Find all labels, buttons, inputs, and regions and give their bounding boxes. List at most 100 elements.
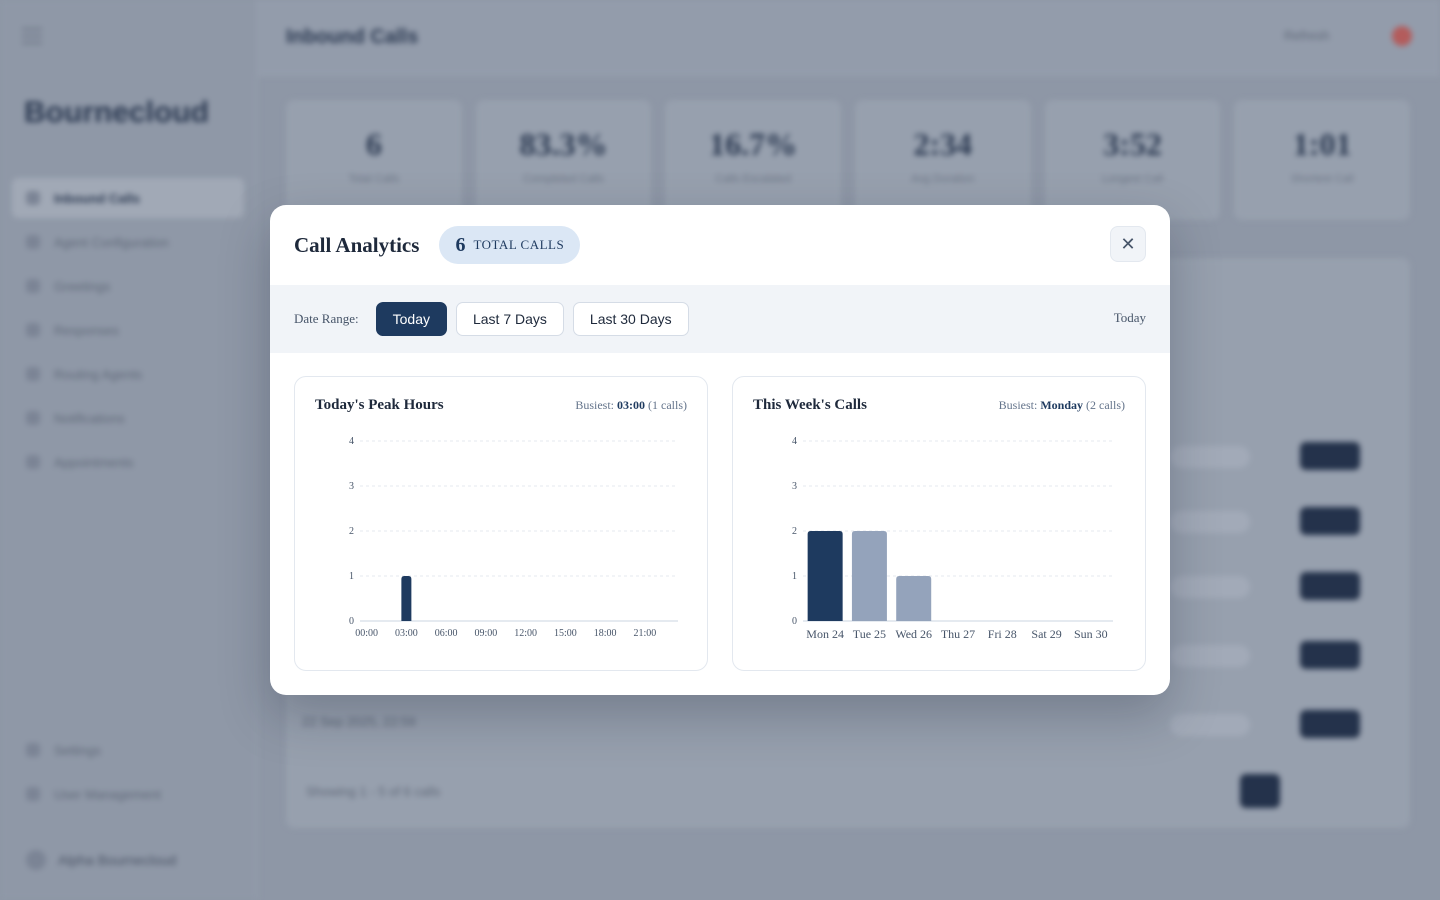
pagination-summary: Showing 1 - 5 of 6 calls [306, 784, 441, 799]
sidebar-item-responses[interactable]: Responses [12, 310, 244, 350]
avatar [26, 850, 46, 870]
date-range-toolbar: Date Range: Today Last 7 Days Last 30 Da… [270, 285, 1170, 353]
view-button[interactable] [1300, 442, 1360, 470]
stat-label: Completed Calls [523, 173, 604, 185]
phone-icon [26, 191, 40, 205]
stat-value: 6 [365, 126, 382, 162]
sidebar-item-label: Settings [54, 742, 101, 758]
total-calls-value: 6 [455, 233, 466, 256]
stat-card: 2:34 Avg Duration [855, 100, 1031, 220]
sidebar-item-agent-configuration[interactable]: Agent Configuration [12, 222, 244, 262]
sidebar-item-greetings[interactable]: Greetings [12, 266, 244, 306]
peak-hours-chart: 0 1 2 3 4 00:00 03:00 06:00 09:00 12:00 15:00 18:00… [349, 436, 678, 639]
stat-label: Avg Duration [911, 173, 975, 185]
stat-value: 3:52 [1103, 126, 1162, 162]
x-tick-label: Mon 24 [806, 627, 844, 641]
status-badge [1170, 446, 1250, 468]
modal-title: Call Analytics [294, 232, 420, 257]
y-tick-label: 4 [792, 436, 797, 447]
busiest-value: Monday [1040, 398, 1084, 412]
sidebar-item-user-management[interactable]: User Management [12, 774, 244, 814]
range-last-7-days-button[interactable]: Last 7 Days [455, 302, 564, 336]
users-icon [26, 787, 40, 801]
gear-icon [26, 743, 40, 757]
total-calls-badge: 6 TOTAL CALLS [439, 226, 581, 264]
x-tick-label: 06:00 [435, 628, 458, 639]
x-tick-label: Sun 30 [1074, 627, 1108, 641]
busiest-prefix: Busiest: [998, 398, 1038, 412]
modal-header: Call Analytics 6 TOTAL CALLS ✕ [270, 205, 1170, 285]
sidebar: Bournecloud Inbound Calls Agent Configur… [0, 0, 258, 900]
menu-icon[interactable] [22, 28, 42, 44]
x-tick-label: Fri 28 [988, 627, 1017, 641]
view-button[interactable] [1300, 507, 1360, 535]
x-tick-label: 15:00 [554, 628, 577, 639]
sidebar-item-label: Inbound Calls [54, 190, 140, 206]
bar-wed-26 [896, 576, 932, 621]
charts-row: 0 1 2 3 4 00:00 03:00 06:00 09:00 12:00 15:00 18:00… [294, 376, 1146, 671]
x-tick-label: Tue 25 [853, 627, 886, 641]
stat-card: 16.7% Calls Escalated [665, 100, 842, 220]
sidebar-item-label: Greetings [54, 278, 111, 294]
x-tick-label: 09:00 [474, 628, 497, 639]
x-tick-label: Wed 26 [895, 627, 932, 641]
page-1-button[interactable] [1240, 774, 1280, 808]
status-badge [1170, 714, 1250, 736]
y-tick-label: 0 [792, 616, 797, 627]
bar-tue-25 [851, 531, 887, 621]
x-tick-label: 03:00 [395, 628, 418, 639]
week-calls-card: 0 1 2 3 4 Mon 24 Tue 25 Wed 26 Thu 27 Fri 28 Sat 2… [732, 376, 1146, 671]
stat-card: 1:01 Shortest Call [1234, 100, 1411, 220]
close-button[interactable]: ✕ [1110, 226, 1146, 262]
robot-icon [26, 235, 40, 249]
sidebar-item-label: Appointments [54, 454, 134, 470]
route-icon [26, 367, 40, 381]
y-tick-label: 3 [349, 481, 354, 492]
stat-card: 3:52 Longest Call [1044, 100, 1221, 220]
x-tick-label: 00:00 [355, 628, 378, 639]
sidebar-item-label: Responses [54, 322, 120, 338]
table-row[interactable]: 22 Sep 2025, 22:59 [286, 696, 1410, 756]
y-tick-label: 3 [792, 481, 797, 492]
view-button[interactable] [1300, 641, 1360, 669]
chart-busiest: Busiest: 03:00 (1 calls) [575, 398, 687, 413]
stat-label: Shortest Call [1290, 173, 1354, 185]
calendar-icon [26, 455, 40, 469]
range-today-button[interactable]: Today [375, 302, 447, 336]
bar-hour-03 [401, 576, 412, 621]
sidebar-item-appointments[interactable]: Appointments [12, 442, 244, 482]
status-badge [1170, 511, 1250, 533]
sidebar-item-notifications[interactable]: Notifications [12, 398, 244, 438]
refresh-button[interactable]: Refresh [1284, 28, 1330, 43]
notification-bell-icon[interactable] [1392, 26, 1412, 46]
x-tick-label: 21:00 [633, 628, 656, 639]
call-analytics-modal: Call Analytics 6 TOTAL CALLS ✕ Date Rang… [270, 205, 1170, 695]
sidebar-item-label: Agent Configuration [54, 234, 169, 250]
status-badge [1170, 576, 1250, 598]
busiest-value: 03:00 [617, 398, 646, 412]
sidebar-item-inbound-calls[interactable]: Inbound Calls [12, 178, 244, 218]
sidebar-item-settings[interactable]: Settings [12, 730, 244, 770]
bar-mon-24 [807, 531, 843, 621]
x-tick-label: 18:00 [594, 628, 617, 639]
view-button[interactable] [1300, 572, 1360, 600]
sidebar-item-routing-agents[interactable]: Routing Agents [12, 354, 244, 394]
current-range-label: Today [1113, 310, 1146, 325]
user-profile[interactable]: Alpha Bournecloud [26, 850, 176, 870]
peak-hours-card: 0 1 2 3 4 00:00 03:00 06:00 09:00 12:00 15:00 18:00… [294, 376, 708, 671]
sidebar-item-label: User Management [54, 786, 161, 802]
stat-label: Total Calls [348, 173, 400, 185]
stat-card: 6 Total Calls [286, 100, 462, 220]
range-last-30-days-button[interactable]: Last 30 Days [572, 302, 689, 336]
bell-icon [26, 411, 40, 425]
stats-row: 6 Total Calls 83.3% Completed Calls 16.7% C… [286, 100, 1411, 220]
page-title: Inbound Calls [286, 26, 419, 48]
status-badge [1170, 645, 1250, 667]
chart-title: Today's Peak Hours [315, 397, 444, 413]
chat-icon [26, 323, 40, 337]
sidebar-item-label: Routing Agents [54, 366, 143, 382]
top-header [258, 0, 1440, 76]
y-tick-label: 1 [792, 571, 797, 582]
view-button[interactable] [1300, 710, 1360, 738]
x-tick-label: Thu 27 [941, 627, 975, 641]
